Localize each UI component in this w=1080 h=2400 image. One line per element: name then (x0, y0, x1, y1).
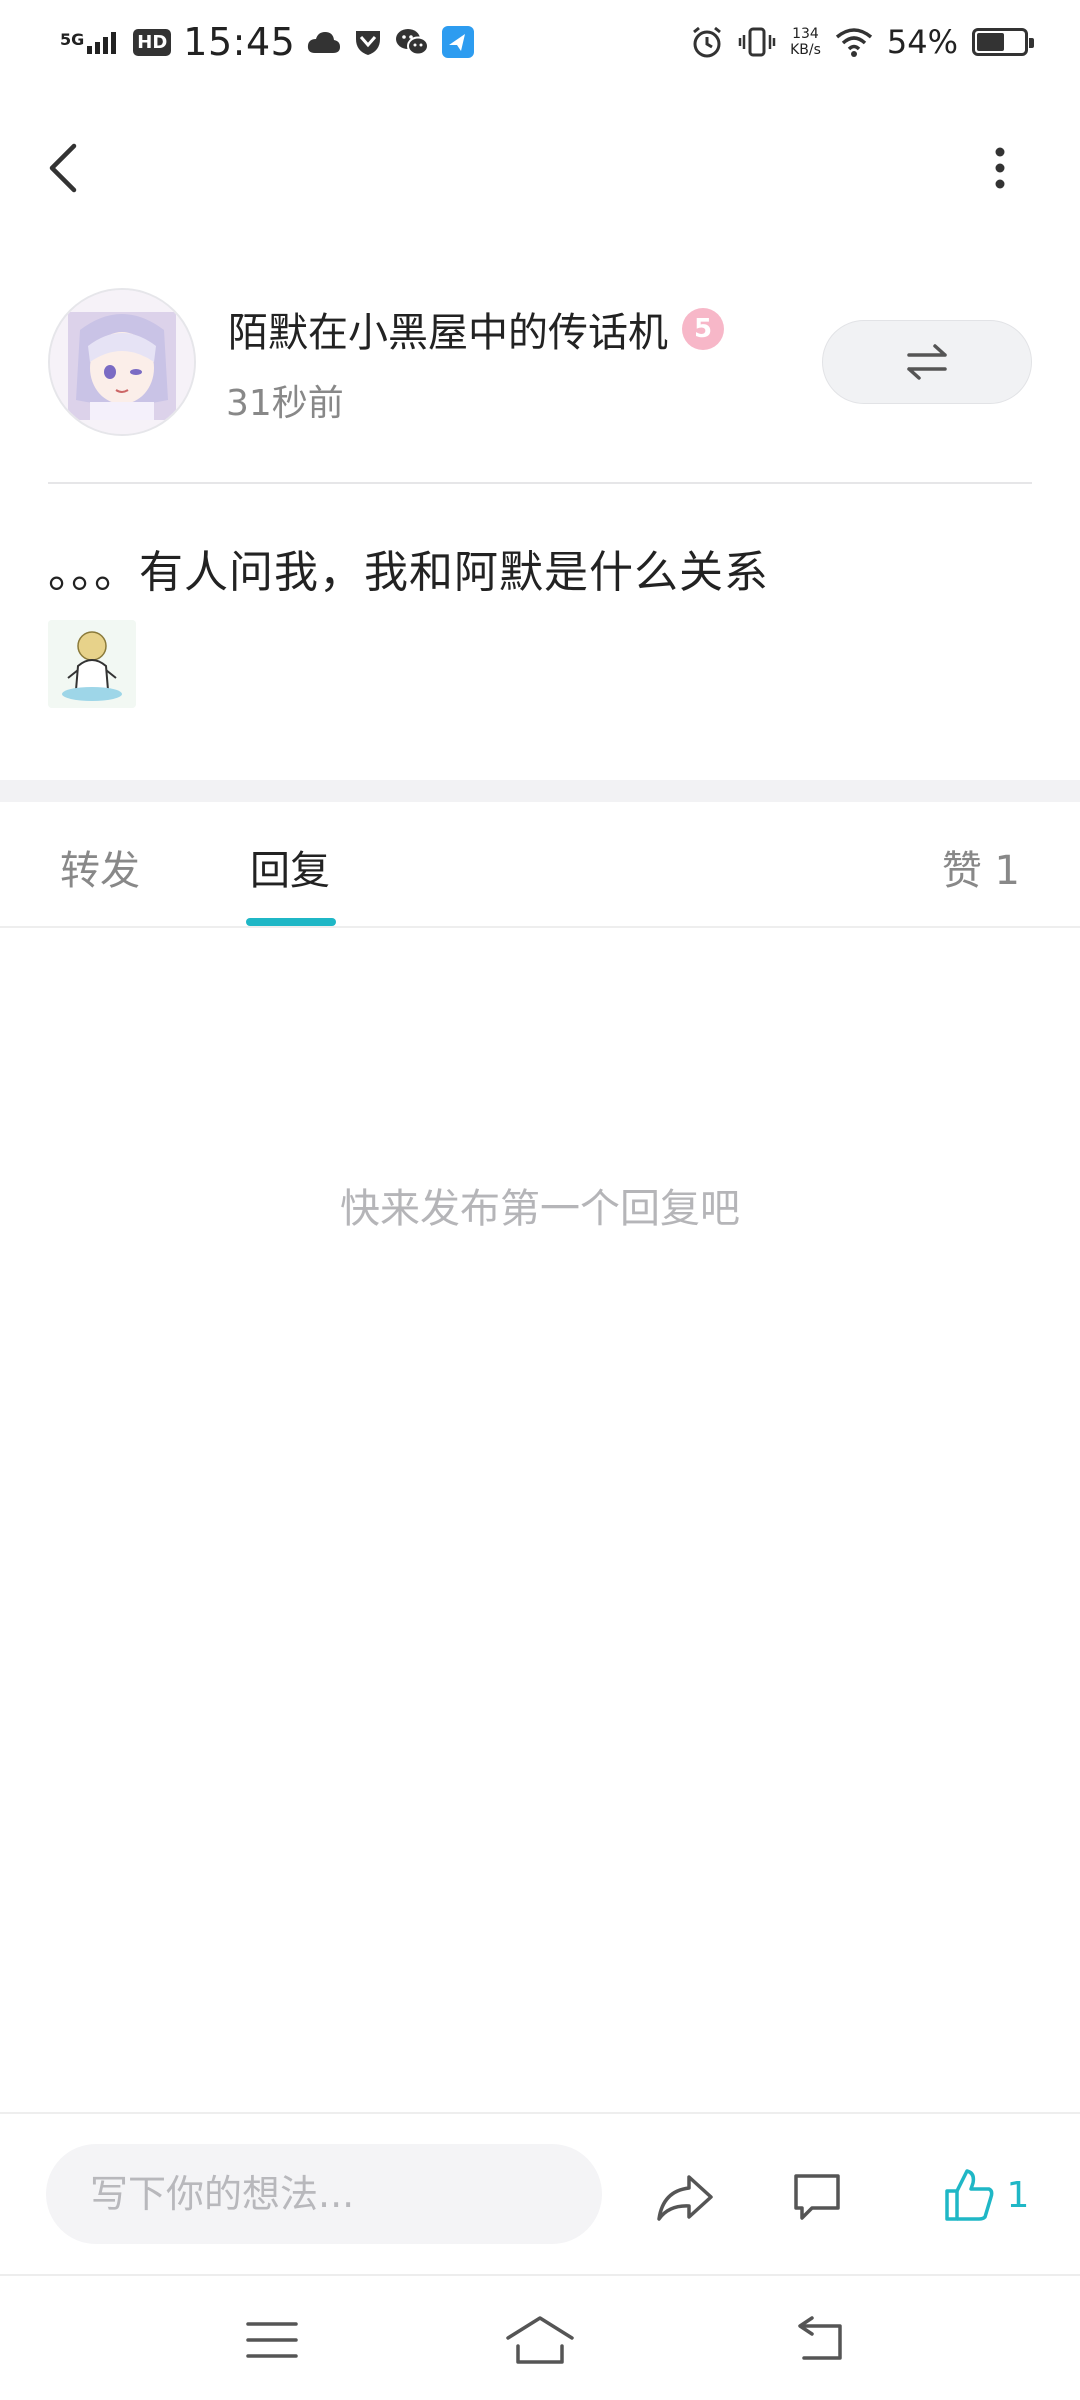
more-vertical-icon (995, 147, 1005, 189)
author-name[interactable]: 陌默在小黑屋中的传话机 (228, 300, 668, 358)
share-button[interactable] (650, 2164, 720, 2230)
wifi-icon (835, 28, 872, 57)
tab-like[interactable]: 赞 1 (942, 838, 1020, 896)
share-icon (657, 2175, 713, 2221)
status-left: 5G HD 15:45 (60, 14, 475, 70)
battery-percent: 54% (886, 23, 958, 61)
network-speed-value: 134 (792, 26, 819, 42)
swap-arrows-icon (907, 344, 947, 380)
post-time: 31秒前 (226, 383, 344, 424)
post-sticker-image[interactable] (48, 620, 136, 708)
message-app-icon (442, 26, 475, 58)
avatar[interactable] (48, 288, 196, 436)
nav-back-button[interactable] (790, 2310, 854, 2370)
comment-input[interactable] (46, 2144, 602, 2244)
tab-reply[interactable]: 回复 (250, 838, 330, 896)
shield-icon (356, 31, 381, 55)
clock: 15:45 (183, 20, 296, 64)
alarm-icon (693, 26, 722, 58)
more-options-button[interactable] (980, 140, 1020, 196)
post-text: 。。。有人问我，我和阿默是什么关系 (48, 547, 769, 598)
vibrate-icon (738, 27, 776, 57)
thumbs-up-icon (944, 2169, 993, 2221)
tab-forward[interactable]: 转发 (60, 838, 140, 896)
home-icon (506, 2316, 574, 2364)
level-badge: 5 (682, 308, 724, 350)
cloud-icon (308, 32, 341, 53)
divider (0, 926, 1080, 928)
network-speed: 134 KB/s (790, 26, 821, 58)
nav-home-button[interactable] (504, 2310, 574, 2370)
network-speed-unit: KB/s (790, 42, 821, 58)
like-count: 1 (1006, 2174, 1030, 2216)
like-button[interactable]: 1 (926, 2158, 1046, 2232)
network-type: 5G (60, 30, 85, 49)
status-bar: 5G HD 15:45 134 KB/s 54% (0, 0, 1080, 84)
signal-icon: 5G (60, 30, 121, 54)
battery-icon (972, 28, 1034, 56)
repost-button[interactable] (822, 320, 1032, 404)
return-icon (798, 2316, 842, 2360)
hd-icon: HD (133, 28, 172, 56)
chevron-left-icon (49, 143, 77, 193)
divider (48, 482, 1032, 484)
divider (0, 2274, 1080, 2276)
section-separator (0, 780, 1080, 802)
wechat-icon (396, 29, 430, 56)
divider (0, 2112, 1080, 2114)
status-right: 134 KB/s 54% (690, 14, 1034, 70)
comment-icon (794, 2174, 840, 2220)
battery-level (977, 33, 1004, 51)
comment-button[interactable] (782, 2164, 852, 2230)
active-tab-indicator (246, 918, 336, 926)
back-button[interactable] (44, 140, 84, 196)
empty-replies-hint: 快来发布第一个回复吧 (340, 1186, 740, 1232)
nav-menu-button[interactable] (240, 2310, 304, 2370)
menu-icon (246, 2322, 298, 2358)
author-row: 陌默在小黑屋中的传话机 5 (228, 300, 724, 358)
